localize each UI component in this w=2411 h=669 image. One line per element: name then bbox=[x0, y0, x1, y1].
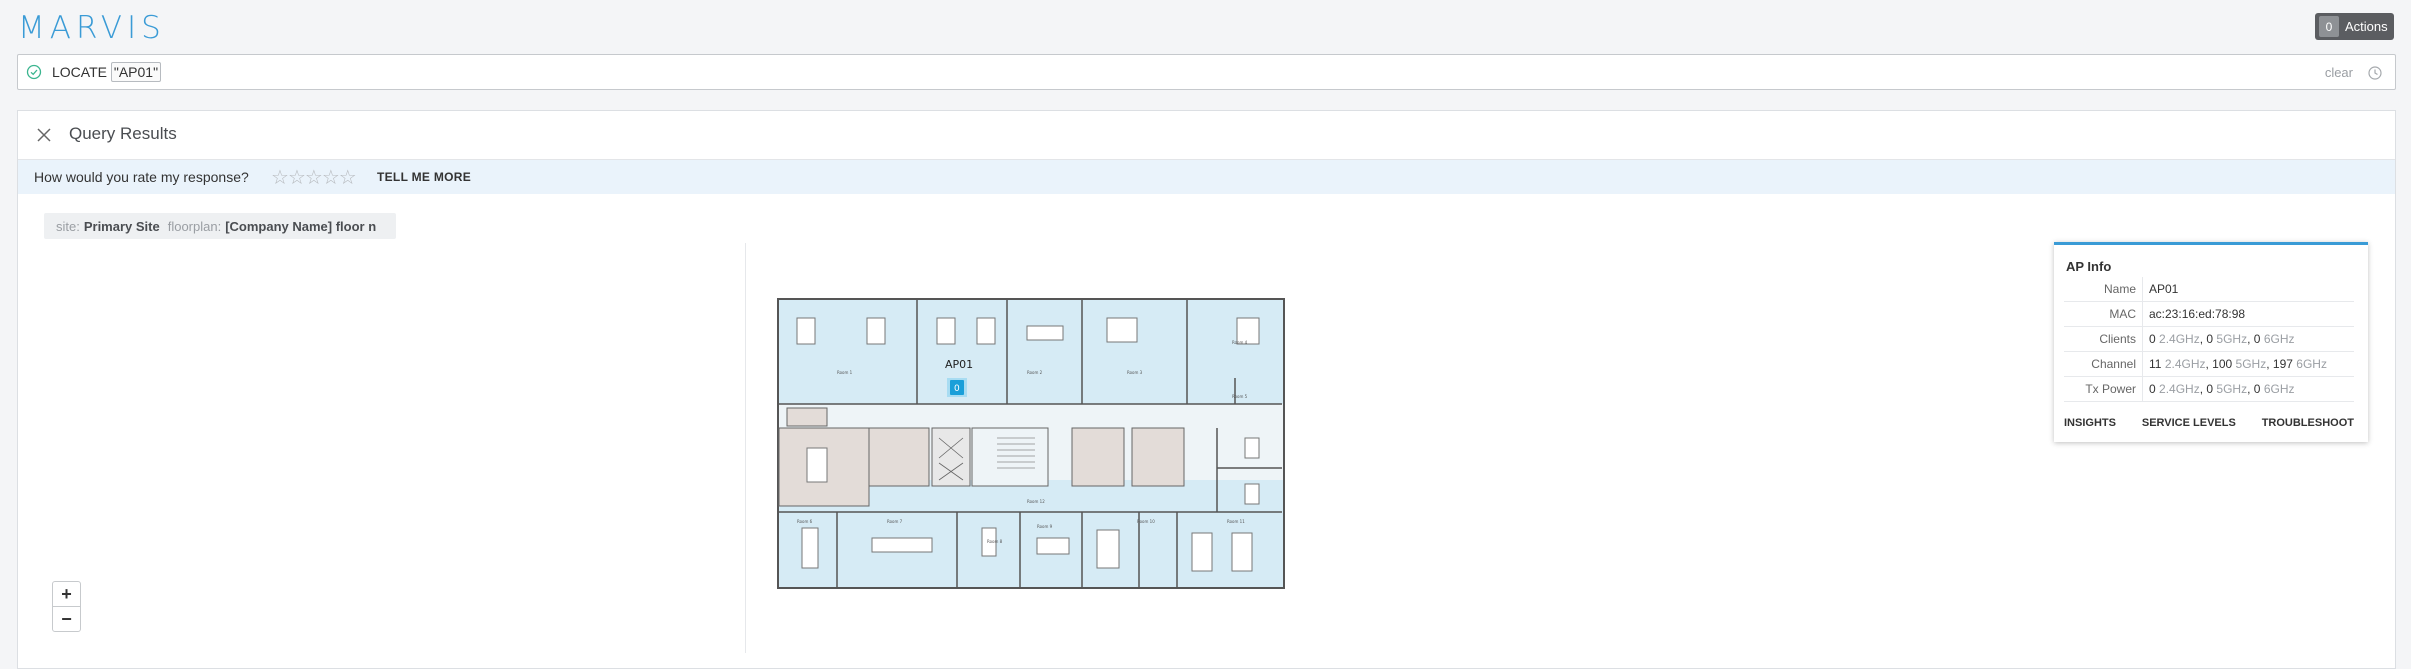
close-icon[interactable] bbox=[35, 126, 53, 144]
room-label: Room 12 bbox=[1027, 499, 1045, 504]
query-input[interactable]: LOCATE "AP01" clear bbox=[17, 54, 2396, 90]
floorplan-map[interactable]: Room 1 Room 2 Room 3 Room 4 Room 5 Room … bbox=[777, 298, 1285, 589]
marvis-logo: MARVIS bbox=[18, 10, 166, 46]
service-levels-link[interactable]: SERVICE LEVELS bbox=[2142, 417, 2236, 429]
row-value: 0 2.4GHz, 0 5GHz, 0 6GHz bbox=[2142, 326, 2354, 352]
star-icon[interactable]: ☆ bbox=[271, 167, 289, 189]
star-icon[interactable]: ☆ bbox=[305, 167, 323, 189]
star-rating: ☆☆☆☆☆ bbox=[271, 165, 357, 190]
table-row: Channel 11 2.4GHz, 100 5GHz, 197 6GHz bbox=[2064, 351, 2354, 377]
rating-question: How would you rate my response? bbox=[34, 169, 249, 185]
zoom-control: + − bbox=[52, 581, 81, 632]
troubleshoot-link[interactable]: TROUBLESHOOT bbox=[2262, 417, 2354, 429]
site-key: site: bbox=[56, 218, 80, 234]
floorplan-key: floorplan: bbox=[167, 218, 222, 234]
query-token: "AP01" bbox=[110, 62, 162, 82]
site-value: Primary Site bbox=[83, 218, 160, 234]
table-row: Name AP01 bbox=[2064, 277, 2354, 302]
room-label: Room 7 bbox=[887, 519, 903, 524]
row-value: ac:23:16:ed:78:98 bbox=[2142, 301, 2354, 327]
query-results-panel: Query Results How would you rate my resp… bbox=[17, 110, 2396, 669]
table-row: MAC ac:23:16:ed:78:98 bbox=[2064, 301, 2354, 327]
history-clock-icon[interactable] bbox=[2367, 65, 2383, 81]
ap-info-card: AP Info Name AP01 MAC ac:23:16:ed:78:98 … bbox=[2054, 242, 2368, 442]
actions-count-badge: 0 bbox=[2319, 16, 2339, 37]
row-key: MAC bbox=[2064, 301, 2143, 327]
room-label: Room 10 bbox=[1137, 519, 1155, 524]
column-divider bbox=[745, 243, 746, 653]
row-key: Tx Power bbox=[2064, 376, 2143, 402]
ap-client-count: 0 bbox=[954, 384, 960, 394]
row-value: AP01 bbox=[2142, 277, 2354, 302]
floorplan-value: [Company Name] floor n bbox=[225, 218, 377, 234]
room-label: Room 6 bbox=[797, 519, 813, 524]
star-icon[interactable]: ☆ bbox=[288, 167, 306, 189]
row-key: Channel bbox=[2064, 351, 2143, 377]
room-label: Room 2 bbox=[1027, 370, 1043, 375]
panel-title: Query Results bbox=[69, 124, 177, 143]
actions-label: Actions bbox=[2345, 19, 2388, 34]
table-row: Clients 0 2.4GHz, 0 5GHz, 0 6GHz bbox=[2064, 326, 2354, 352]
context-breadcrumb: site: Primary Site floorplan: [Company N… bbox=[44, 213, 397, 239]
row-key: Name bbox=[2064, 277, 2143, 302]
zoom-out-button[interactable]: − bbox=[53, 607, 80, 631]
room-label: Room 4 bbox=[1232, 340, 1248, 345]
table-row: Tx Power 0 2.4GHz, 0 5GHz, 0 6GHz bbox=[2064, 376, 2354, 402]
row-value: 0 2.4GHz, 0 5GHz, 0 6GHz bbox=[2142, 376, 2354, 402]
room-label: Room 1 bbox=[837, 370, 853, 375]
room-label: Room 8 bbox=[987, 539, 1003, 544]
star-icon[interactable]: ☆ bbox=[322, 167, 340, 189]
ap-info-table: Name AP01 MAC ac:23:16:ed:78:98 Clients … bbox=[2064, 277, 2354, 402]
panel-header: Query Results bbox=[18, 111, 2395, 160]
room-label: Room 5 bbox=[1232, 394, 1248, 399]
row-key: Clients bbox=[2064, 326, 2143, 352]
query-prefix: LOCATE bbox=[52, 64, 107, 80]
zoom-in-button[interactable]: + bbox=[53, 582, 80, 607]
tell-me-more-link[interactable]: TELL ME MORE bbox=[377, 170, 471, 184]
room-label: Room 9 bbox=[1037, 524, 1053, 529]
room-label: Room 11 bbox=[1227, 519, 1245, 524]
check-circle-icon bbox=[26, 64, 42, 80]
rating-bar: How would you rate my response? ☆☆☆☆☆ TE… bbox=[18, 160, 2395, 194]
star-icon[interactable]: ☆ bbox=[339, 167, 357, 189]
actions-button[interactable]: 0 Actions bbox=[2315, 13, 2394, 40]
query-text: LOCATE "AP01" bbox=[52, 62, 162, 82]
row-value: 11 2.4GHz, 100 5GHz, 197 6GHz bbox=[2142, 351, 2354, 377]
insights-link[interactable]: INSIGHTS bbox=[2064, 417, 2116, 429]
ap-info-links: INSIGHTS SERVICE LEVELS TROUBLESHOOT bbox=[2064, 417, 2354, 429]
room-label: Room 3 bbox=[1127, 370, 1143, 375]
clear-link[interactable]: clear bbox=[2325, 65, 2353, 80]
ap-map-label: AP01 bbox=[945, 358, 973, 371]
ap-info-title: AP Info bbox=[2066, 259, 2112, 274]
